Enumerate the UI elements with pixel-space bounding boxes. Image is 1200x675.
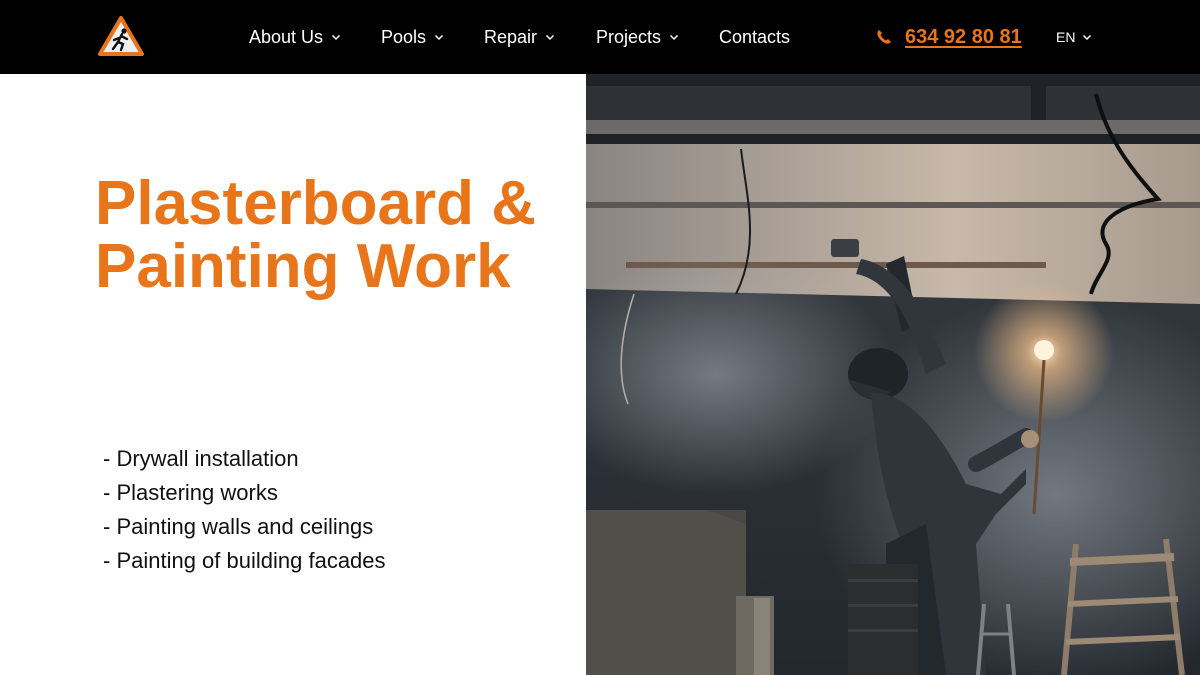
nav-pools-label: Pools — [381, 26, 427, 47]
phone-number: 634 92 80 81 — [905, 25, 1022, 48]
service-item: - Painting walls and ceilings — [103, 514, 374, 539]
chevron-down-icon — [435, 34, 444, 41]
phone-icon — [877, 30, 891, 44]
language-label: EN — [1056, 29, 1076, 45]
service-item: - Plastering works — [103, 480, 278, 505]
nav-repair-label: Repair — [484, 26, 538, 47]
nav-about-us[interactable]: About Us — [249, 26, 341, 48]
language-selector[interactable]: EN — [1056, 28, 1092, 46]
service-info-panel: Plasterboard & Painting Work - Drywall i… — [0, 74, 586, 675]
nav-projects-label: Projects — [596, 26, 662, 47]
nav-contacts[interactable]: Contacts — [719, 26, 790, 48]
nav-repair[interactable]: Repair — [484, 26, 555, 48]
service-item: - Drywall installation — [103, 446, 299, 471]
chevron-down-icon — [1083, 34, 1092, 41]
nav-about-us-label: About Us — [249, 26, 324, 47]
nav-contacts-label: Contacts — [719, 26, 791, 47]
navbar: About Us Pools Repair Projects Contacts … — [0, 0, 1200, 74]
service-item: - Painting of building facades — [103, 548, 386, 573]
services-list: - Drywall installation - Plastering work… — [103, 442, 386, 578]
chevron-down-icon — [670, 34, 679, 41]
page-title: Plasterboard & Painting Work — [95, 172, 575, 298]
chevron-down-icon — [332, 34, 341, 41]
phone-link[interactable]: 634 92 80 81 — [875, 24, 1022, 50]
nav-pools[interactable]: Pools — [381, 26, 444, 48]
page-title-line-1: Plasterboard & — [95, 169, 537, 238]
chevron-down-icon — [546, 34, 555, 41]
hero-photo-worker-sanding-ceiling — [586, 74, 1200, 675]
page-title-line-2: Painting Work — [95, 232, 511, 301]
nav-projects[interactable]: Projects — [596, 26, 679, 48]
logo-warning-triangle-icon[interactable] — [97, 15, 145, 57]
